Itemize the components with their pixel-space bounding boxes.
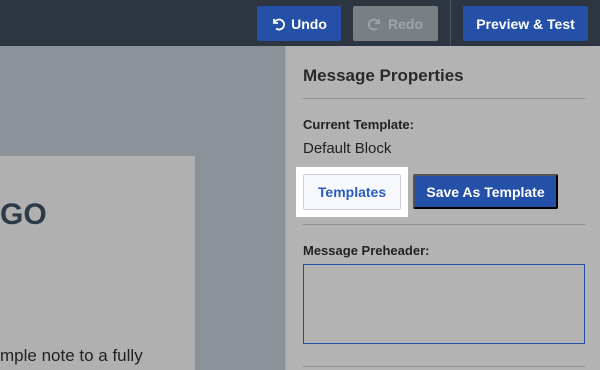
message-properties-panel: Message Properties Current Template: Def… [285, 46, 600, 370]
email-body-text: mple note to a fully [0, 346, 143, 365]
redo-label: Redo [388, 15, 423, 32]
current-template-value: Default Block [303, 140, 392, 157]
current-template-label: Current Template: [303, 117, 414, 132]
divider [303, 98, 585, 99]
email-canvas: GO mple note to a fully [0, 46, 285, 370]
templates-button-label: Templates [303, 174, 401, 210]
preheader-input[interactable] [303, 264, 585, 344]
undo-button[interactable]: Undo [257, 6, 341, 41]
top-toolbar: Undo Redo Preview & Test [0, 0, 600, 46]
divider [303, 366, 585, 367]
save-as-template-button[interactable]: Save As Template [413, 174, 558, 209]
preheader-label: Message Preheader: [303, 243, 430, 258]
templates-button[interactable]: Templates [296, 167, 408, 217]
email-content-block[interactable] [0, 156, 195, 370]
toolbar-divider [450, 0, 451, 46]
preview-test-button[interactable]: Preview & Test [463, 6, 588, 41]
email-heading: GO [0, 198, 47, 231]
panel-title: Message Properties [303, 66, 464, 85]
undo-icon [271, 17, 286, 31]
redo-icon [368, 17, 382, 31]
divider [303, 224, 585, 225]
undo-label: Undo [291, 15, 327, 32]
redo-button[interactable]: Redo [353, 6, 438, 41]
